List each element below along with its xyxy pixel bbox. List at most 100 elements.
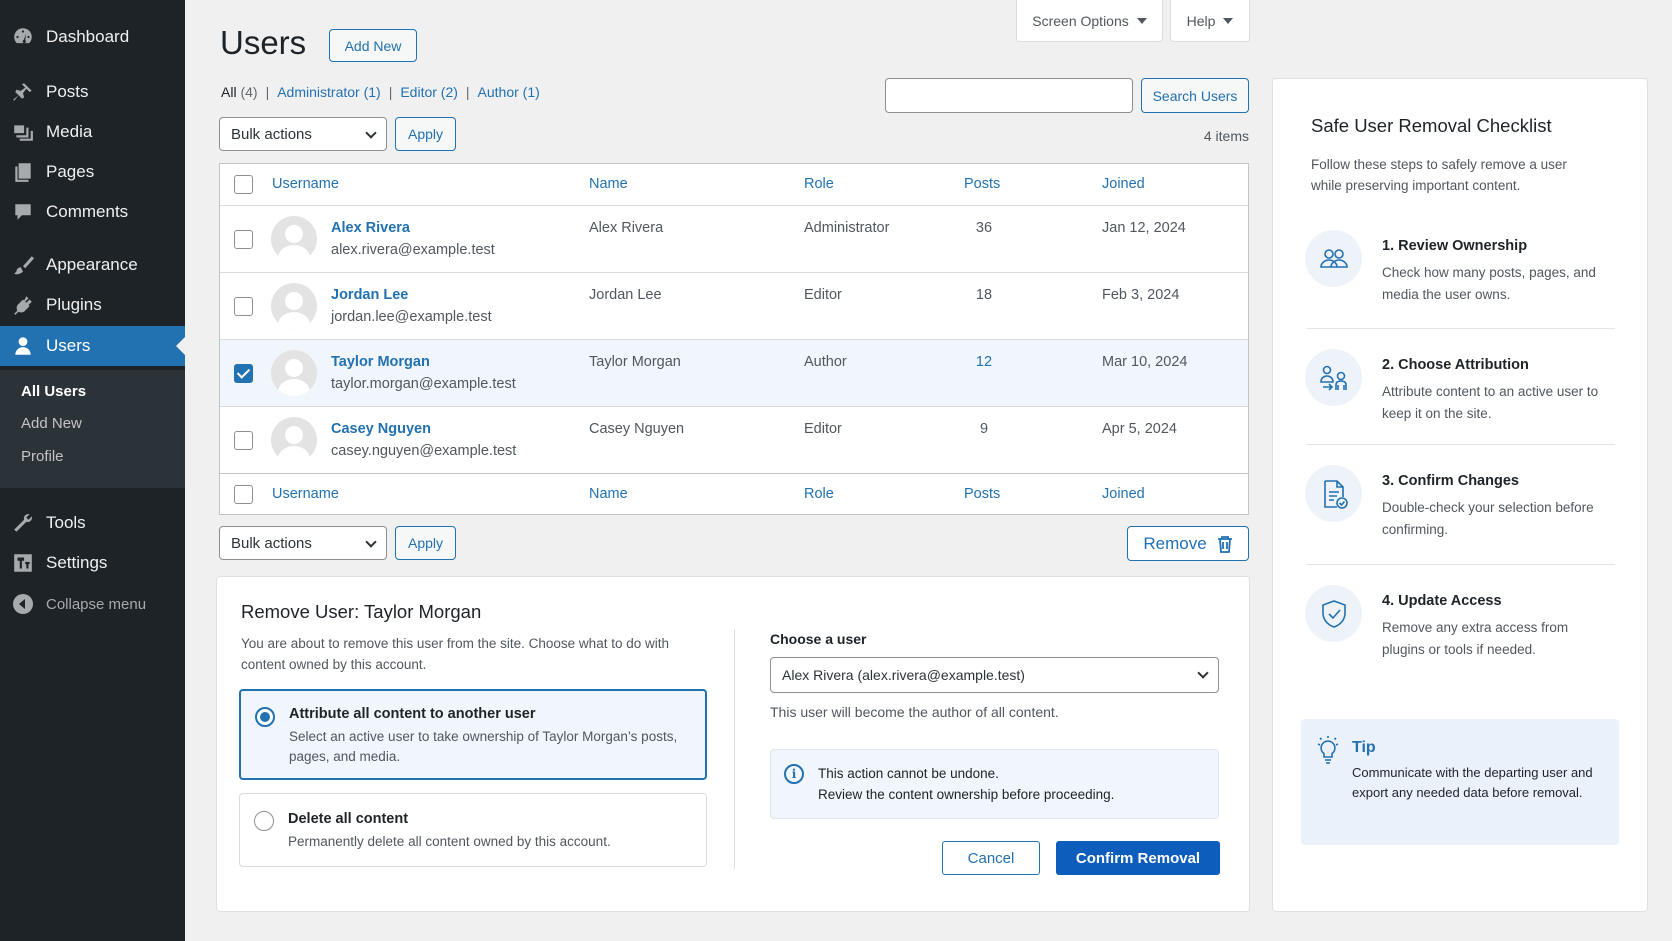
active-indicator	[176, 337, 185, 355]
user-email: casey.nguyen@example.test	[331, 443, 517, 459]
step-title: 2. Choose Attribution	[1382, 357, 1529, 373]
menu-item-pages[interactable]: Pages	[0, 152, 185, 192]
remove-panel-title: Remove User: Taylor Morgan	[241, 601, 482, 622]
choose-user-value: Alex Rivera (alex.rivera@example.test)	[782, 667, 1025, 683]
filter-editor[interactable]: Editor (2)	[400, 84, 458, 100]
choose-user-select[interactable]: Alex Rivera (alex.rivera@example.test)	[770, 657, 1219, 693]
undo-warning-notice: i This action cannot be undone. Review t…	[770, 749, 1219, 819]
pin-icon	[0, 81, 46, 103]
row-checkbox[interactable]	[234, 364, 253, 383]
removal-checklist: Safe User Removal Checklist Follow these…	[1272, 78, 1648, 912]
submenu-all-users[interactable]: All Users	[21, 383, 86, 400]
user-posts[interactable]: 36	[964, 220, 1004, 236]
submenu-add-new[interactable]: Add New	[21, 415, 82, 432]
add-new-button[interactable]: Add New	[329, 29, 417, 62]
menu-label: Users	[46, 336, 91, 355]
avatar	[271, 216, 317, 262]
filter-author[interactable]: Author (1)	[478, 84, 540, 100]
plug-icon	[0, 294, 46, 316]
role-filters: All (4) | Administrator (1) | Editor (2)…	[221, 84, 540, 100]
username-link[interactable]: Jordan Lee	[331, 287, 408, 303]
user-posts[interactable]: 12	[964, 354, 1004, 370]
menu-item-media[interactable]: Media	[0, 112, 185, 152]
chevron-down-icon	[365, 127, 377, 139]
select-all-checkbox[interactable]	[234, 175, 253, 194]
user-role: Administrator	[804, 220, 890, 236]
user-joined: Jan 12, 2024	[1102, 220, 1186, 236]
collapse-menu[interactable]: Collapse menu	[0, 592, 185, 616]
confirm-removal-button[interactable]: Confirm Removal	[1056, 841, 1220, 875]
dashboard-icon	[0, 26, 46, 48]
brush-icon	[0, 254, 46, 276]
collapse-label: Collapse menu	[46, 595, 147, 613]
user-role: Editor	[804, 287, 842, 303]
menu-item-tools[interactable]: Tools	[0, 503, 185, 543]
column-name[interactable]: Name	[589, 176, 628, 192]
apply-button-top[interactable]: Apply	[395, 117, 456, 151]
step-title: 3. Confirm Changes	[1382, 473, 1519, 489]
document-check-icon	[1305, 465, 1362, 522]
step-title: 4. Update Access	[1382, 593, 1502, 609]
filter-administrator[interactable]: Administrator (1)	[277, 84, 380, 100]
bulk-actions-select-bottom[interactable]: Bulk actions	[219, 526, 387, 560]
column-role[interactable]: Role	[804, 176, 834, 192]
search-users-button[interactable]: Search Users	[1141, 78, 1249, 113]
notice-line-1: This action cannot be undone.	[818, 766, 999, 781]
wrench-icon	[0, 512, 46, 534]
user-posts[interactable]: 9	[964, 421, 1004, 437]
remove-button[interactable]: Remove	[1127, 526, 1249, 561]
select-all-checkbox[interactable]	[234, 485, 253, 504]
user-role: Editor	[804, 421, 842, 437]
column-username[interactable]: Username	[272, 176, 339, 192]
menu-item-settings[interactable]: Settings	[0, 543, 185, 583]
option-delete-content[interactable]: Delete all content Permanently delete al…	[239, 793, 707, 867]
checklist-step: 4. Update Access Remove any extra access…	[1305, 585, 1615, 695]
bulk-actions-select-top[interactable]: Bulk actions	[219, 117, 387, 151]
checklist-step: 3. Confirm Changes Double-check your sel…	[1305, 465, 1615, 575]
username-link[interactable]: Alex Rivera	[331, 220, 410, 236]
collapse-icon	[0, 594, 46, 614]
option-title: Attribute all content to another user	[289, 706, 536, 722]
step-desc: Attribute content to an active user to k…	[1382, 384, 1599, 421]
media-icon	[0, 121, 46, 143]
username-link[interactable]: Casey Nguyen	[331, 421, 431, 437]
checklist-step: 2. Choose Attribution Attribute content …	[1305, 349, 1615, 459]
search-input[interactable]	[885, 78, 1133, 113]
cancel-button[interactable]: Cancel	[942, 841, 1040, 875]
column-username[interactable]: Username	[272, 486, 339, 502]
menu-item-posts[interactable]: Posts	[0, 72, 185, 112]
menu-item-comments[interactable]: Comments	[0, 192, 185, 232]
option-attribute-content[interactable]: Attribute all content to another user Se…	[239, 689, 707, 780]
column-joined[interactable]: Joined	[1102, 486, 1145, 502]
notice-line-2: Review the content ownership before proc…	[818, 787, 1115, 802]
radio-delete[interactable]	[254, 811, 274, 831]
menu-item-dashboard[interactable]: Dashboard	[0, 17, 185, 57]
user-posts[interactable]: 18	[964, 287, 1004, 303]
screen-options-button[interactable]: Screen Options	[1016, 0, 1163, 42]
remove-panel-description: You are about to remove this user from t…	[241, 636, 669, 672]
radio-attribute[interactable]	[255, 707, 275, 727]
menu-item-appearance[interactable]: Appearance	[0, 245, 185, 285]
row-checkbox[interactable]	[234, 297, 253, 316]
menu-item-users[interactable]: Users	[0, 326, 185, 366]
row-checkbox[interactable]	[234, 431, 253, 450]
table-footer: Username Name Role Posts Joined	[220, 473, 1248, 515]
filter-all[interactable]: All (4)	[221, 84, 258, 100]
user-joined: Mar 10, 2024	[1102, 354, 1188, 370]
help-button[interactable]: Help	[1170, 0, 1250, 42]
submenu-profile[interactable]: Profile	[21, 448, 64, 465]
username-link[interactable]: Taylor Morgan	[331, 354, 430, 370]
menu-item-plugins[interactable]: Plugins	[0, 285, 185, 325]
column-posts[interactable]: Posts	[964, 486, 1000, 502]
transfer-users-icon	[1305, 349, 1362, 406]
column-posts[interactable]: Posts	[964, 176, 1000, 192]
comment-icon	[0, 201, 46, 223]
checklist-intro: Follow these steps to safely remove a us…	[1311, 157, 1567, 193]
row-checkbox[interactable]	[234, 230, 253, 249]
column-name[interactable]: Name	[589, 486, 628, 502]
filter-all-count: (4)	[240, 84, 258, 100]
column-role[interactable]: Role	[804, 486, 834, 502]
apply-button-bottom[interactable]: Apply	[395, 526, 456, 560]
chevron-down-icon	[1197, 667, 1209, 679]
column-joined[interactable]: Joined	[1102, 176, 1145, 192]
